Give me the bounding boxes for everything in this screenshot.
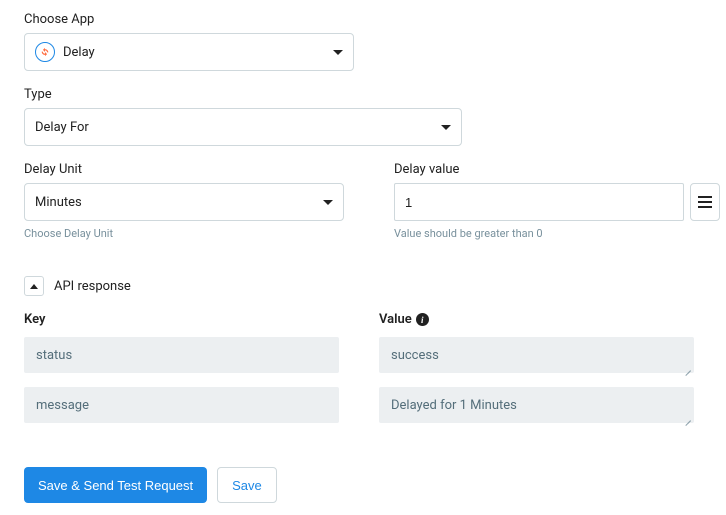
resize-handle-icon — [684, 413, 692, 421]
info-icon: i — [416, 313, 429, 326]
key-cell: message — [24, 387, 339, 423]
value-header-text: Value — [379, 312, 412, 327]
choose-app-label: Choose App — [24, 12, 702, 27]
action-buttons: Save & Send Test Request Save — [24, 467, 702, 503]
delay-unit-hint: Choose Delay Unit — [24, 227, 344, 240]
resize-handle-icon — [684, 363, 692, 371]
delay-unit-field: Delay Unit Minutes Choose Delay Unit — [24, 162, 344, 240]
delay-value-field: Delay value Value should be greater than… — [394, 162, 720, 240]
chevron-down-icon — [441, 125, 451, 130]
chevron-down-icon — [333, 50, 343, 55]
delay-value-hint: Value should be greater than 0 — [394, 227, 720, 240]
type-label: Type — [24, 87, 702, 102]
value-cell: Delayed for 1 Minutes — [379, 387, 694, 423]
key-header: Key — [24, 312, 339, 327]
api-response-header: API response — [24, 276, 702, 296]
value-cell: success — [379, 337, 694, 373]
chevron-up-icon — [30, 284, 38, 289]
delay-value-input[interactable] — [394, 183, 684, 221]
value-text: success — [391, 348, 439, 363]
delay-value-menu-button[interactable] — [690, 183, 720, 221]
choose-app-value-wrap: Delay — [35, 42, 95, 62]
rotate-icon — [40, 47, 50, 57]
collapse-toggle[interactable] — [24, 276, 44, 296]
chevron-down-icon — [323, 200, 333, 205]
choose-app-select[interactable]: Delay — [24, 33, 354, 71]
value-column: Value i success Delayed for 1 Minutes — [379, 312, 694, 437]
save-button[interactable]: Save — [217, 467, 277, 503]
save-send-test-button[interactable]: Save & Send Test Request — [24, 467, 207, 503]
value-text: Delayed for 1 Minutes — [391, 398, 517, 413]
key-column: Key status message — [24, 312, 339, 437]
type-field: Type Delay For — [24, 87, 702, 146]
key-header-text: Key — [24, 312, 45, 327]
key-cell: status — [24, 337, 339, 373]
key-text: message — [36, 398, 89, 413]
choose-app-field: Choose App Delay — [24, 12, 702, 71]
api-response-label: API response — [54, 279, 131, 294]
delay-unit-label: Delay Unit — [24, 162, 344, 177]
hamburger-icon — [698, 196, 712, 208]
type-select[interactable]: Delay For — [24, 108, 462, 146]
value-header: Value i — [379, 312, 694, 327]
kv-header-row: Key status message Value i success Delay… — [24, 312, 702, 437]
delay-icon — [35, 42, 55, 62]
delay-value-input-wrap — [394, 183, 720, 221]
delay-unit-value: Minutes — [35, 195, 82, 210]
delay-row: Delay Unit Minutes Choose Delay Unit Del… — [24, 162, 702, 256]
key-text: status — [36, 348, 72, 363]
choose-app-value: Delay — [63, 45, 95, 60]
delay-value-label: Delay value — [394, 162, 720, 177]
type-value: Delay For — [35, 120, 89, 135]
delay-unit-select[interactable]: Minutes — [24, 183, 344, 221]
